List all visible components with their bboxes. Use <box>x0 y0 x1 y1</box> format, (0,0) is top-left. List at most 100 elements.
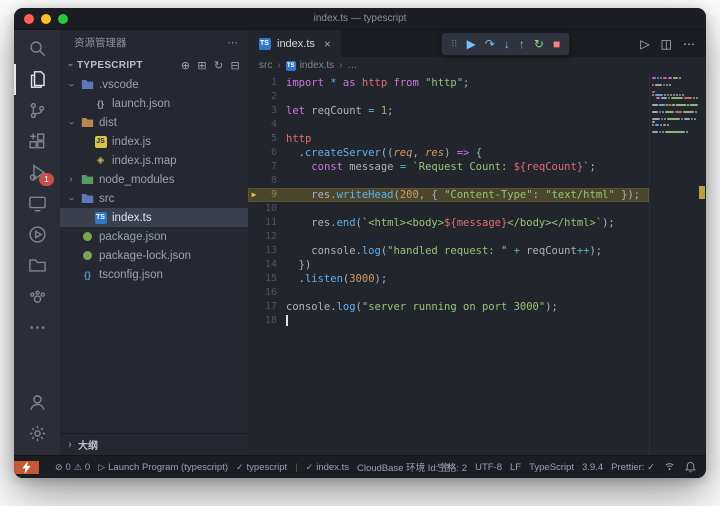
zoom-window-button[interactable] <box>58 13 68 24</box>
breakpoint-margin[interactable] <box>248 272 260 286</box>
prettier-status[interactable]: Prettier: ✓ <box>611 462 655 473</box>
activity-accounts-icon[interactable] <box>14 387 60 418</box>
workspace-section-header[interactable]: › TYPESCRIPT ⊕ ⊞ ↻ ⊟ <box>60 55 248 75</box>
run-button[interactable]: ▷ <box>640 37 649 51</box>
line-number[interactable]: 6 <box>260 146 277 160</box>
breakpoint-margin[interactable] <box>248 132 260 146</box>
line-number[interactable]: 13 <box>260 244 277 258</box>
code-line-2[interactable]: 2 <box>248 90 649 104</box>
activity-cloudbase-icon[interactable] <box>14 281 60 312</box>
line-number[interactable]: 8 <box>260 174 277 188</box>
breakpoint-margin[interactable] <box>248 174 260 188</box>
activity-explorer-icon[interactable] <box>14 64 60 95</box>
line-number[interactable]: 7 <box>260 160 277 174</box>
breakpoint-margin[interactable] <box>248 202 260 216</box>
tree-item-dist[interactable]: › dist <box>60 113 248 132</box>
line-number[interactable]: 5 <box>260 132 277 146</box>
code-line-3[interactable]: 3 let reqCount = 1; <box>248 104 649 118</box>
breakpoint-margin[interactable] <box>248 90 260 104</box>
ts-version-status[interactable]: 3.9.4 <box>582 462 603 473</box>
cloudbase-env-status[interactable]: CloudBase 环境 Id: 空 <box>357 460 450 474</box>
activity-settings-icon[interactable] <box>14 418 60 449</box>
code-line-14[interactable]: 14 }) <box>248 258 649 272</box>
more-actions-button[interactable]: ⋯ <box>683 37 695 51</box>
continue-button[interactable]: ▶ <box>467 38 476 50</box>
breakpoint-margin[interactable] <box>248 216 260 230</box>
code-line-16[interactable]: 16 <box>248 286 649 300</box>
code-line-15[interactable]: 15 .listen(3000); <box>248 272 649 286</box>
code-line-7[interactable]: 7 const message = `Request Count: ${reqC… <box>248 160 649 174</box>
notifications-bell-icon[interactable] <box>684 461 697 474</box>
line-number[interactable]: 1 <box>260 76 277 90</box>
typescript-check-status[interactable]: ✓ typescript <box>236 462 287 473</box>
line-number[interactable]: 10 <box>260 202 277 216</box>
debug-current-line-icon[interactable]: ▶ <box>248 188 260 202</box>
step-into-button[interactable]: ↓ <box>504 38 510 50</box>
breakpoint-margin[interactable] <box>248 104 260 118</box>
line-number[interactable]: 11 <box>260 216 277 230</box>
code-line-18[interactable]: 18 <box>248 314 649 328</box>
code-line-4[interactable]: 4 <box>248 118 649 132</box>
minimap[interactable] <box>649 74 698 455</box>
new-folder-icon[interactable]: ⊞ <box>197 59 207 72</box>
overview-ruler[interactable] <box>698 74 706 455</box>
breadcrumb-file[interactable]: TS index.ts <box>285 60 334 71</box>
line-number[interactable]: 2 <box>260 90 277 104</box>
breakpoint-margin[interactable] <box>248 118 260 132</box>
breakpoint-margin[interactable] <box>248 76 260 90</box>
breadcrumb-folder[interactable]: src <box>259 60 272 71</box>
line-number[interactable]: 18 <box>260 314 277 328</box>
line-number[interactable]: 16 <box>260 286 277 300</box>
problems-status[interactable]: ⊘ 0 ⚠ 0 <box>55 462 90 473</box>
restart-button[interactable]: ↻ <box>534 38 544 50</box>
remote-indicator[interactable] <box>14 460 39 474</box>
code-line-1[interactable]: 1 import * as http from "http"; <box>248 76 649 90</box>
breakpoint-margin[interactable] <box>248 244 260 258</box>
tree-item-index.ts[interactable]: TS index.ts <box>60 208 248 227</box>
tree-item-node_modules[interactable]: › node_modules <box>60 170 248 189</box>
code-line-12[interactable]: 12 <box>248 230 649 244</box>
line-number[interactable]: 14 <box>260 258 277 272</box>
collapse-all-icon[interactable]: ⊟ <box>230 59 240 72</box>
activity-search-icon[interactable] <box>14 33 60 64</box>
breakpoint-margin[interactable] <box>248 160 260 174</box>
activity-source-control-icon[interactable] <box>14 95 60 126</box>
more-actions-icon[interactable]: ⋯ <box>227 36 238 49</box>
line-number[interactable]: 12 <box>260 230 277 244</box>
indentation-status[interactable]: 空格: 2 <box>438 460 468 474</box>
code-line-8[interactable]: 8 <box>248 174 649 188</box>
tab-index-ts[interactable]: TS index.ts × <box>248 30 341 57</box>
tree-item-index.js[interactable]: JS index.js <box>60 132 248 151</box>
line-number[interactable]: 15 <box>260 272 277 286</box>
activity-extensions-icon[interactable] <box>14 126 60 157</box>
encoding-status[interactable]: UTF-8 <box>475 462 502 473</box>
code-lines[interactable]: 1 import * as http from "http"; 2 3 let reqC… <box>248 74 649 455</box>
step-out-button[interactable]: ↑ <box>519 38 525 50</box>
line-number[interactable]: 3 <box>260 104 277 118</box>
breakpoint-margin[interactable] <box>248 230 260 244</box>
breakpoint-margin[interactable] <box>248 314 260 328</box>
line-number[interactable]: 4 <box>260 118 277 132</box>
refresh-icon[interactable]: ↻ <box>214 59 224 72</box>
tree-item-package-lock.json[interactable]: package-lock.json <box>60 246 248 265</box>
step-over-button[interactable]: ↷ <box>485 38 495 50</box>
activity-test-explorer-icon[interactable] <box>14 219 60 250</box>
breakpoint-margin[interactable] <box>248 286 260 300</box>
tree-item-index.js.map[interactable]: ◈ index.js.map <box>60 151 248 170</box>
line-number[interactable]: 17 <box>260 300 277 314</box>
code-line-9[interactable]: ▶ 9 res.writeHead(200, { "Content-Type": … <box>248 188 649 202</box>
close-tab-icon[interactable]: × <box>324 37 331 51</box>
code-line-10[interactable]: 10 <box>248 202 649 216</box>
breakpoint-margin[interactable] <box>248 300 260 314</box>
breadcrumb-symbol[interactable]: … <box>348 60 358 71</box>
outline-section-header[interactable]: › 大纲 <box>60 433 248 455</box>
code-line-6[interactable]: 6 .createServer((req, res) => { <box>248 146 649 160</box>
breakpoint-margin[interactable] <box>248 258 260 272</box>
eol-status[interactable]: LF <box>510 462 521 473</box>
new-file-icon[interactable]: ⊕ <box>181 59 191 72</box>
close-window-button[interactable] <box>24 13 34 24</box>
minimize-window-button[interactable] <box>41 13 51 24</box>
split-editor-button[interactable]: ◫ <box>661 37 672 51</box>
line-number[interactable]: 9 <box>260 188 277 202</box>
drag-handle-icon[interactable]: ⠿ <box>451 39 458 50</box>
